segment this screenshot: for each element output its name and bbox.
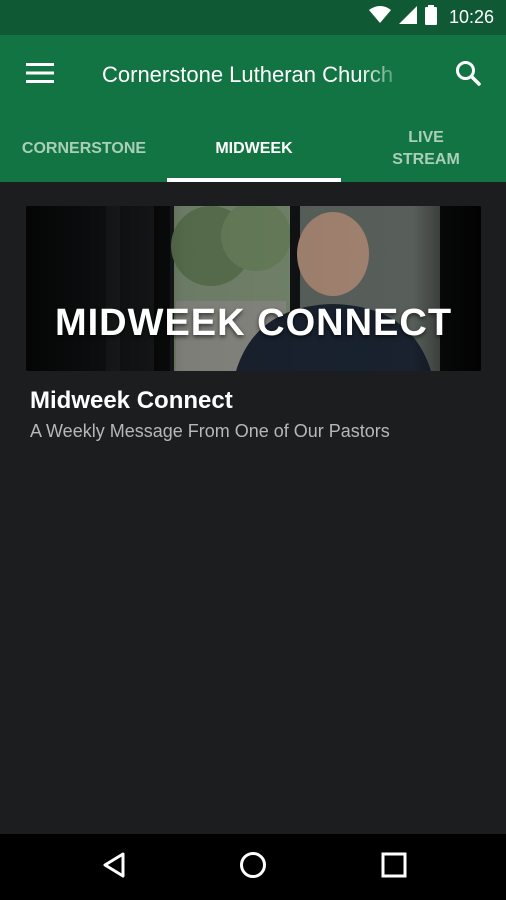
home-button[interactable] <box>235 849 271 885</box>
tab-bar: CORNERSTONE MIDWEEK LIVE STREAM <box>0 115 506 182</box>
back-button[interactable] <box>96 849 132 885</box>
tab-cornerstone[interactable]: CORNERSTONE <box>0 115 168 182</box>
search-icon <box>455 60 481 91</box>
tab-midweek[interactable]: MIDWEEK <box>170 115 338 182</box>
tab-live-stream[interactable]: LIVE STREAM <box>342 115 506 182</box>
cell-signal-icon <box>398 6 417 29</box>
recents-button[interactable] <box>376 849 412 885</box>
search-button[interactable] <box>452 59 484 91</box>
card-image-text: MIDWEEK CONNECT <box>54 302 453 344</box>
status-icons: 10:26 <box>368 0 494 35</box>
battery-icon <box>424 5 437 30</box>
content-area: MIDWEEK CONNECT Midweek Connect A Weekly… <box>0 182 506 834</box>
wifi-icon <box>368 6 391 29</box>
card-subtitle: A Weekly Message From One of Our Pastors <box>30 421 390 441</box>
home-icon <box>239 851 267 884</box>
status-bar: 10:26 <box>0 0 506 35</box>
card-title[interactable]: Midweek Connect <box>30 387 233 415</box>
hamburger-menu-icon <box>26 62 54 89</box>
app-bar: Cornerstone Lutheran Church <box>0 35 506 115</box>
back-icon <box>101 851 127 884</box>
card-image[interactable]: MIDWEEK CONNECT <box>26 206 481 371</box>
recents-icon <box>381 852 407 883</box>
card-image-overlay: MIDWEEK CONNECT <box>26 206 481 371</box>
app-title: Cornerstone Lutheran Church <box>102 62 394 87</box>
menu-button[interactable] <box>24 59 56 91</box>
system-nav-bar <box>0 834 506 900</box>
status-time: 10:26 <box>448 7 494 27</box>
